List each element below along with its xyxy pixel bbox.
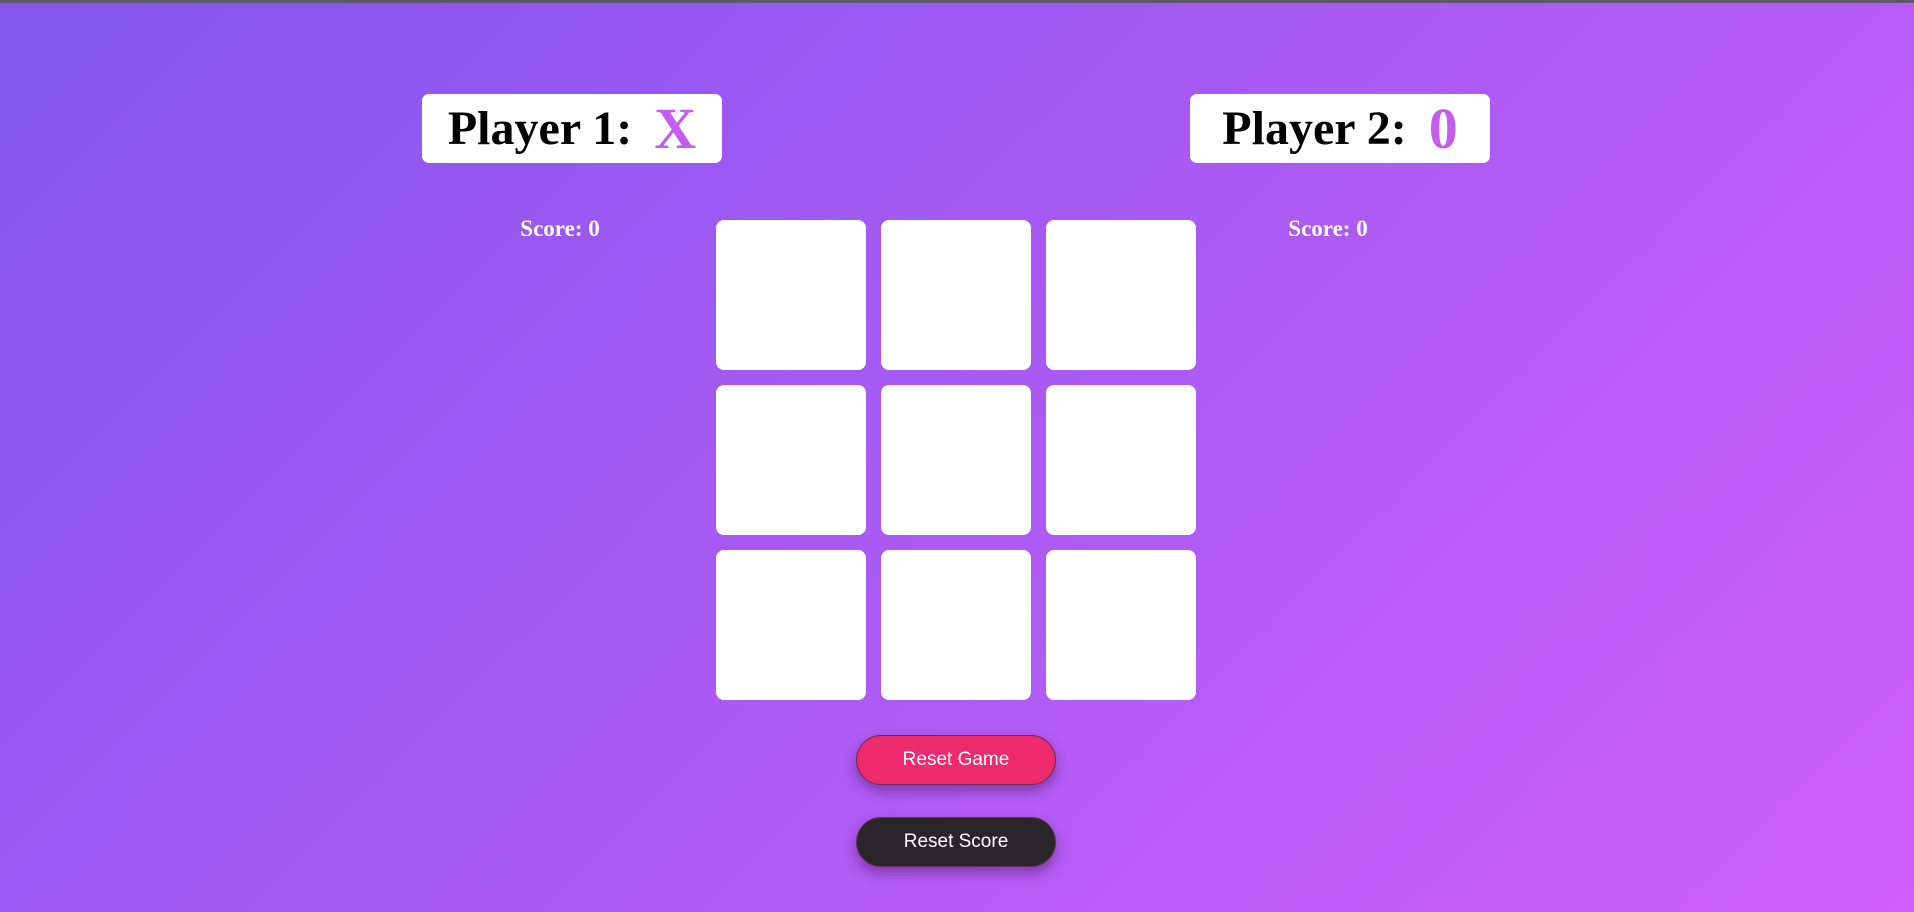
player-2-label: Player 2:: [1222, 101, 1407, 155]
board-cell-9[interactable]: [1046, 550, 1196, 700]
board-cell-2[interactable]: [881, 220, 1031, 370]
player-1-score: Score: 0: [520, 216, 600, 241]
player-1-label: Player 1:: [447, 101, 633, 155]
board-cell-5[interactable]: [881, 385, 1031, 535]
game-board: [716, 220, 1196, 700]
board-cell-8[interactable]: [881, 550, 1031, 700]
reset-score-button[interactable]: Reset Score: [856, 817, 1056, 867]
board-cell-4[interactable]: [716, 385, 866, 535]
window-top-border: [0, 0, 1914, 3]
player-1-card: Player 1: X: [422, 94, 722, 163]
player-2-card: Player 2: 0: [1190, 94, 1490, 163]
reset-game-button[interactable]: Reset Game: [856, 735, 1056, 785]
board-cell-1[interactable]: [716, 220, 866, 370]
player-2-mark: 0: [1428, 95, 1458, 161]
board-cell-6[interactable]: [1046, 385, 1196, 535]
player-2-score: Score: 0: [1288, 216, 1368, 241]
player-1-mark: X: [654, 95, 697, 161]
board-cell-3[interactable]: [1046, 220, 1196, 370]
board-cell-7[interactable]: [716, 550, 866, 700]
